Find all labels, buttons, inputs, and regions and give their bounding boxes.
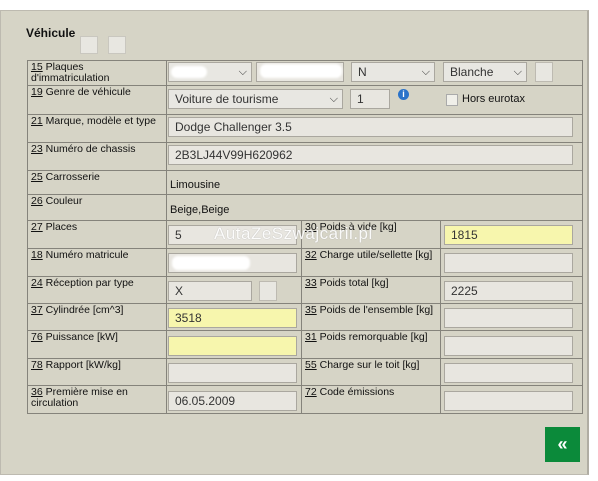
reception-input[interactable]: X: [168, 281, 252, 301]
field-number: 18: [31, 249, 43, 261]
charge-utile-label: Charge utile/sellette [kg]: [319, 249, 433, 261]
field-number: 24: [31, 277, 43, 289]
field-number: 21: [31, 115, 43, 127]
hors-eurotax-label: Hors eurotax: [462, 93, 525, 105]
poids-vide-input[interactable]: 1815: [444, 225, 573, 245]
reception-label: Réception par type: [45, 277, 134, 289]
field-number: 33: [305, 277, 317, 289]
poids-remorquable-input[interactable]: [444, 336, 573, 356]
field-number: 25: [31, 171, 43, 183]
carrosserie-value: Limousine: [170, 179, 221, 191]
marque-input[interactable]: Dodge Challenger 3.5: [168, 117, 573, 137]
genre-label: Genre de véhicule: [45, 86, 131, 98]
plate-color-value: Blanche: [450, 65, 494, 79]
premiere-label: Première mise en circulation: [31, 386, 128, 409]
field-number: 76: [31, 331, 43, 343]
couleur-label: Couleur: [45, 195, 83, 207]
field-number: 72: [305, 386, 317, 398]
chevron-down-icon: ⌵: [329, 93, 338, 105]
plate-type-value: N: [358, 65, 367, 79]
field-number: 37: [31, 304, 43, 316]
couleur-value: Beige,Beige: [170, 204, 230, 216]
genre-select[interactable]: Voiture de tourisme ⌵: [168, 89, 343, 109]
charge-utile-input[interactable]: [444, 253, 573, 273]
field-number: 32: [305, 249, 317, 261]
field-number: 27: [31, 221, 43, 233]
field-number: 19: [31, 86, 43, 98]
section-toggle-button-2[interactable]: [108, 36, 126, 54]
genre-quantity-input[interactable]: 1: [350, 89, 390, 109]
hors-eurotax-checkbox[interactable]: [446, 94, 458, 106]
plates-label: Plaques d'immatriculation: [31, 61, 110, 84]
poids-total-input[interactable]: 2225: [444, 281, 573, 301]
puissance-input[interactable]: [168, 336, 297, 356]
field-number: 23: [31, 143, 43, 155]
rapport-label: Rapport [kW/kg]: [45, 359, 121, 371]
premiere-input[interactable]: 06.05.2009: [168, 391, 297, 411]
plate-type-select[interactable]: N ⌵: [351, 62, 435, 82]
charge-toit-label: Charge sur le toit [kg]: [319, 359, 420, 371]
back-button[interactable]: «: [545, 427, 580, 462]
cylindree-label: Cylindrée [cm^3]: [45, 304, 124, 316]
poids-ensemble-input[interactable]: [444, 308, 573, 328]
field-number: 78: [31, 359, 43, 371]
field-number: 26: [31, 195, 43, 207]
watermark: AutaZeSzwajcarii.pl: [214, 224, 373, 243]
rapport-input[interactable]: [168, 363, 297, 383]
chevron-down-icon: ⌵: [238, 66, 247, 78]
field-number: 55: [305, 359, 317, 371]
code-emissions-input[interactable]: [444, 391, 573, 411]
chevron-down-icon: ⌵: [513, 66, 522, 78]
poids-total-label: Poids total [kg]: [319, 277, 389, 289]
code-emissions-label: Code émissions: [319, 386, 395, 398]
plate-color-select[interactable]: Blanche ⌵: [443, 62, 527, 82]
charge-toit-input[interactable]: [444, 363, 573, 383]
plate-extra-button[interactable]: [535, 62, 553, 82]
info-icon[interactable]: i: [398, 89, 409, 100]
reception-extra-button[interactable]: [259, 281, 277, 301]
carrosserie-label: Carrosserie: [45, 171, 100, 183]
puissance-label: Puissance [kW]: [45, 331, 118, 343]
field-number: 31: [305, 331, 317, 343]
carrosserie-value-cell: [165, 170, 584, 195]
plates-label-cell: 15 Plaques d'immatriculation: [27, 60, 167, 86]
marque-label: Marque, modèle et type: [45, 115, 156, 127]
section-title: Véhicule: [26, 26, 76, 40]
matricule-label: Numéro matricule: [45, 249, 129, 261]
genre-value: Voiture de tourisme: [175, 92, 279, 106]
field-number: 35: [305, 304, 317, 316]
redacted-plate-canton: [171, 66, 207, 78]
redacted-matricule: [172, 256, 250, 270]
places-label: Places: [45, 221, 78, 233]
section-toggle-button-1[interactable]: [80, 36, 98, 54]
chassis-input[interactable]: 2B3LJ44V99H620962: [168, 145, 573, 165]
cylindree-input[interactable]: 3518: [168, 308, 297, 328]
chevron-down-icon: ⌵: [421, 66, 430, 78]
poids-remorquable-label: Poids remorquable [kg]: [319, 331, 428, 343]
chassis-label: Numéro de chassis: [45, 143, 136, 155]
redacted-plate-number: [260, 64, 342, 78]
poids-ensemble-label: Poids de l'ensemble [kg]: [319, 304, 434, 316]
